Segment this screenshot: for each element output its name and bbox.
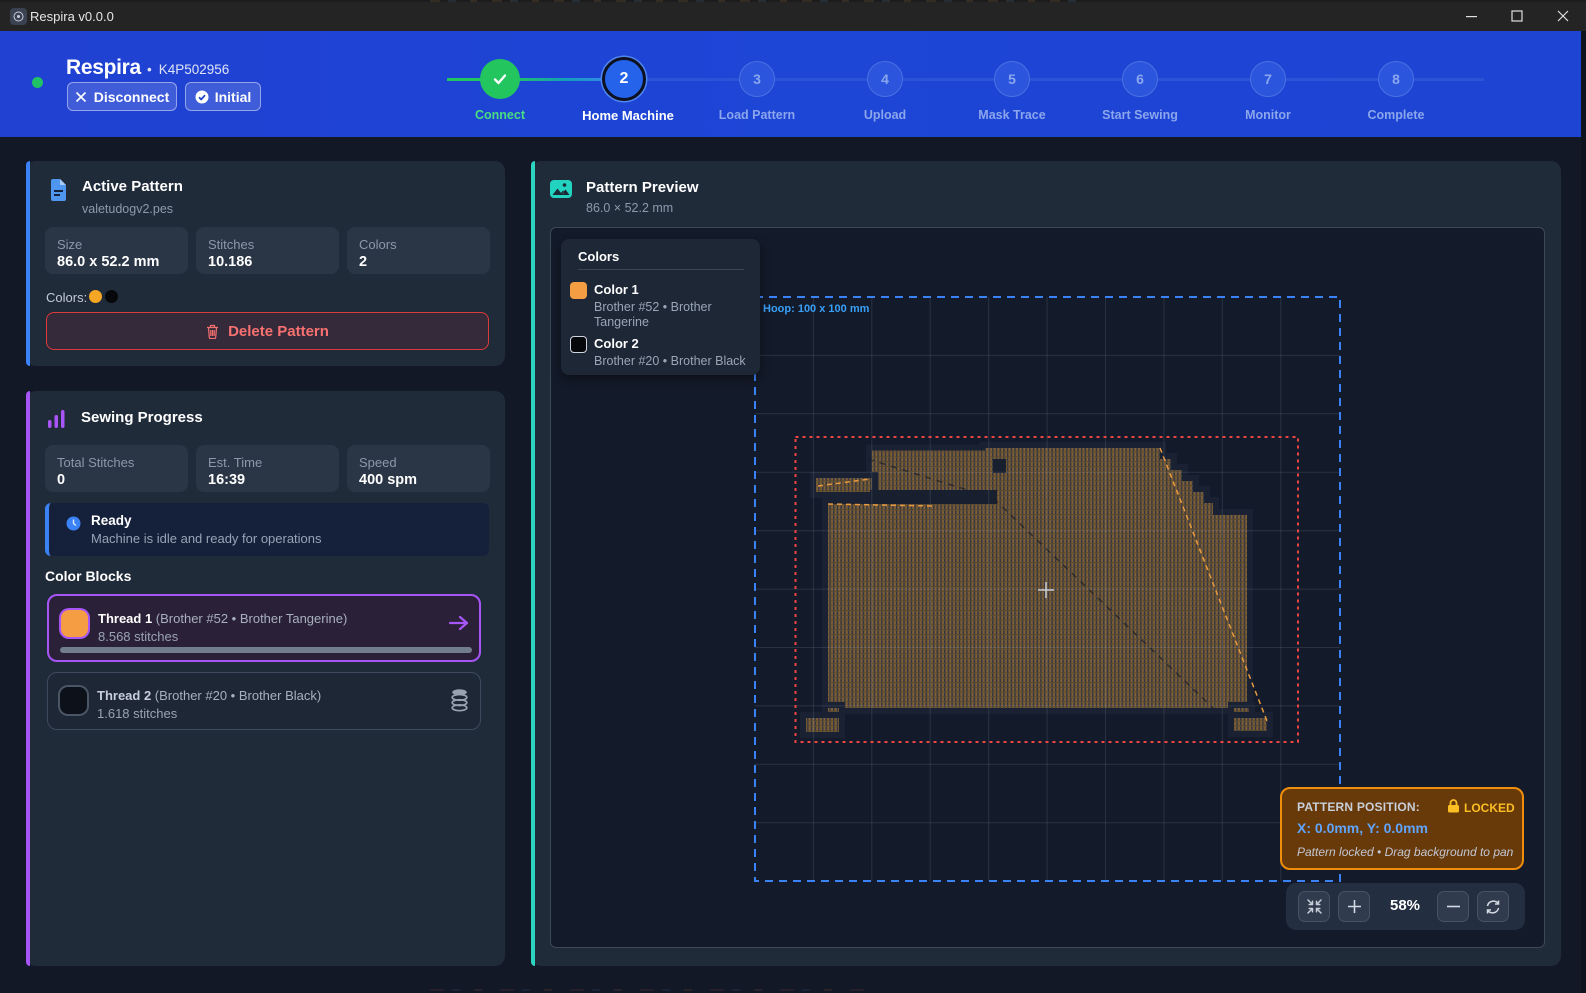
svg-text:Hoop: 100 x 100 mm: Hoop: 100 x 100 mm <box>763 303 870 315</box>
